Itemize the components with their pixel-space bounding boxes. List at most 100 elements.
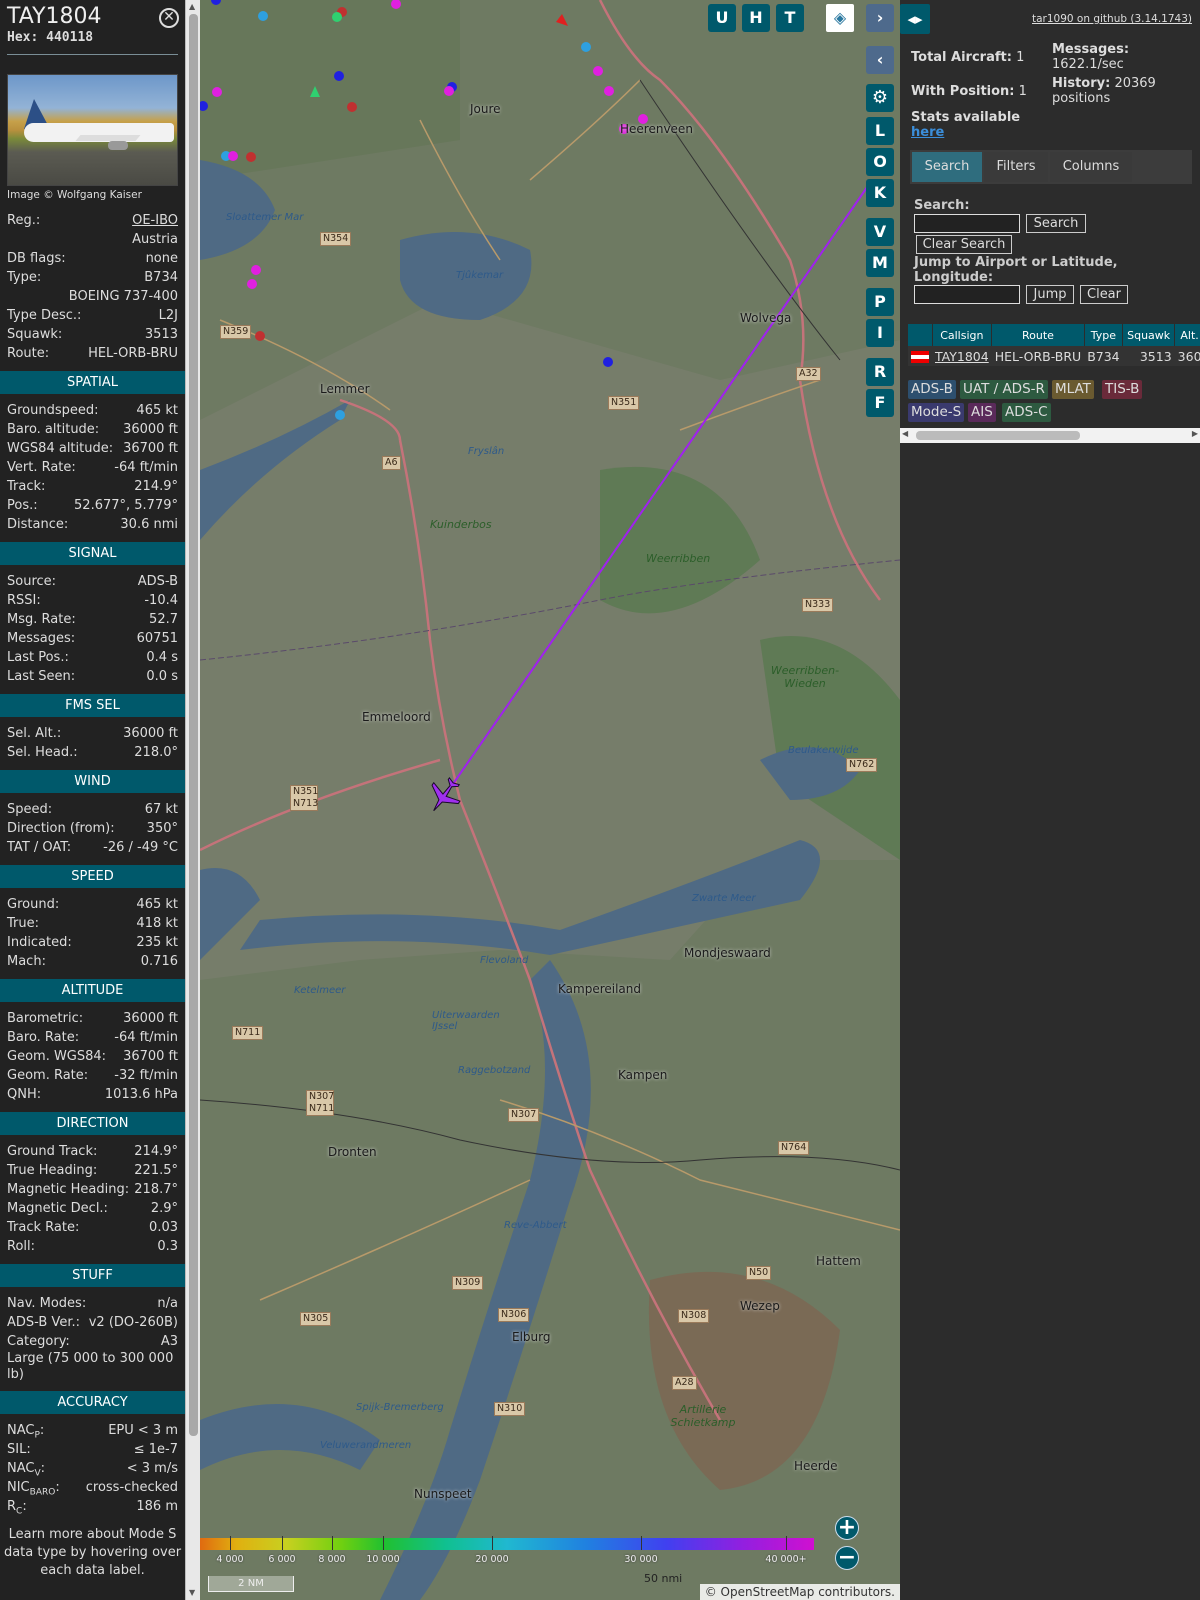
info-key[interactable]: True Heading: xyxy=(7,1161,97,1180)
info-key[interactable]: Baro. Rate: xyxy=(7,1028,79,1047)
close-icon[interactable]: ✕ xyxy=(159,8,179,28)
map-button-h[interactable]: H xyxy=(742,4,770,32)
clear-search-button[interactable]: Clear Search xyxy=(916,235,1012,254)
info-key[interactable]: Type Desc.: xyxy=(7,306,81,325)
clear-button[interactable]: Clear xyxy=(1080,285,1128,304)
info-key[interactable]: Speed: xyxy=(7,800,52,819)
aircraft-photo[interactable] xyxy=(7,74,178,186)
scroll-up-icon[interactable]: ▲ xyxy=(189,2,195,11)
col-alt[interactable]: Alt. xyxy=(1174,324,1200,346)
info-key[interactable]: Groundspeed: xyxy=(7,401,98,420)
info-key[interactable]: Indicated: xyxy=(7,933,72,952)
zoom-in-button[interactable]: + xyxy=(835,1516,859,1540)
map[interactable]: Joure Heerenveen Lemmer Wolvega Emmeloord Kam… xyxy=(200,0,900,1600)
aircraft-marker-icon[interactable] xyxy=(424,776,464,816)
info-key[interactable]: DB flags: xyxy=(7,249,66,268)
map-button-t[interactable]: T xyxy=(776,4,804,32)
toggle-sidebar-icon[interactable]: ◂▸ xyxy=(900,4,930,34)
jump-button[interactable]: Jump xyxy=(1026,285,1074,304)
scroll-down-icon[interactable]: ▼ xyxy=(189,1588,195,1597)
hscroll-thumb[interactable] xyxy=(916,431,1080,440)
collapse-sidebar-icon[interactable]: › xyxy=(866,4,894,32)
info-key[interactable]: Roll: xyxy=(7,1237,35,1256)
aircraft-dots[interactable] xyxy=(200,0,660,420)
info-key[interactable]: Category: xyxy=(7,1332,70,1351)
info-key[interactable]: TAT / OAT: xyxy=(7,838,71,857)
info-key[interactable]: RSSI: xyxy=(7,591,41,610)
info-key[interactable]: Route: xyxy=(7,344,49,363)
layers-icon[interactable]: ◈ xyxy=(826,4,854,32)
info-key[interactable]: WGS84 altitude: xyxy=(7,439,113,458)
scroll-left-icon[interactable]: ◀ xyxy=(902,429,908,438)
info-key[interactable]: Geom. WGS84: xyxy=(7,1047,106,1066)
info-key[interactable]: SIL: xyxy=(7,1440,31,1459)
info-key[interactable]: Mach: xyxy=(7,952,46,971)
info-key[interactable]: Nav. Modes: xyxy=(7,1294,86,1313)
info-key[interactable]: Type: xyxy=(7,268,41,287)
info-key[interactable]: Squawk: xyxy=(7,325,62,344)
info-key[interactable]: Vert. Rate: xyxy=(7,458,76,477)
jump-input[interactable] xyxy=(914,285,1020,304)
info-key[interactable]: Barometric: xyxy=(7,1009,83,1028)
info-key[interactable]: Geom. Rate: xyxy=(7,1066,88,1085)
scrollbar-thumb[interactable] xyxy=(189,14,198,1436)
search-button[interactable]: Search xyxy=(1026,214,1086,233)
info-key[interactable]: Last Seen: xyxy=(7,667,75,686)
tab-columns[interactable]: Columns xyxy=(1050,152,1132,182)
tab-search[interactable]: Search xyxy=(912,152,982,182)
map-attribution[interactable]: © OpenStreetMap contributors. xyxy=(699,1584,900,1600)
info-key[interactable]: NACV: xyxy=(7,1459,45,1479)
info-key[interactable]: Source: xyxy=(7,572,56,591)
info-key[interactable]: Baro. altitude: xyxy=(7,420,99,439)
info-key[interactable]: True: xyxy=(7,914,39,933)
info-key[interactable]: ADS-B Ver.: xyxy=(7,1313,80,1332)
info-key[interactable]: Last Pos.: xyxy=(7,648,69,667)
col-route[interactable]: Route xyxy=(991,324,1085,346)
info-key[interactable]: NACP: xyxy=(7,1421,44,1441)
info-scrollbar[interactable]: ▲ ▼ xyxy=(185,0,200,1600)
info-key[interactable]: Magnetic Decl.: xyxy=(7,1199,108,1218)
map-button-r[interactable]: R xyxy=(866,358,894,386)
col-squawk[interactable]: Squawk xyxy=(1122,324,1176,346)
map-button-p[interactable]: P xyxy=(866,288,894,316)
info-key[interactable]: Distance: xyxy=(7,515,68,534)
info-key[interactable]: Reg.: xyxy=(7,211,40,230)
info-key[interactable]: QNH: xyxy=(7,1085,41,1104)
map-button-f[interactable]: F xyxy=(866,389,894,417)
info-key[interactable]: Ground: xyxy=(7,895,59,914)
info-key[interactable]: Sel. Head.: xyxy=(7,743,78,762)
info-key[interactable]: Pos.: xyxy=(7,496,38,515)
row-callsign[interactable]: TAY1804 xyxy=(932,346,992,366)
table-row[interactable]: TAY1804 HEL-ORB-BRU B734 3513 360 xyxy=(908,346,1200,366)
info-key[interactable]: Ground Track: xyxy=(7,1142,97,1161)
info-key[interactable]: Track Rate: xyxy=(7,1218,79,1237)
tab-filters[interactable]: Filters xyxy=(984,152,1048,182)
map-button-v[interactable]: V xyxy=(866,218,894,246)
info-value[interactable]: OE-IBO xyxy=(132,211,178,230)
table-scrollbar[interactable]: ◀ ▶ xyxy=(900,428,1200,443)
info-key[interactable]: Messages: xyxy=(7,629,75,648)
info-key[interactable]: RC: xyxy=(7,1497,27,1517)
map-button-m[interactable]: M xyxy=(866,249,894,277)
scroll-right-icon[interactable]: ▶ xyxy=(1192,429,1198,438)
info-key[interactable]: NICBARO: xyxy=(7,1478,60,1498)
map-button-k[interactable]: K xyxy=(866,179,894,207)
version-link[interactable]: tar1090 on github (3.14.1743) xyxy=(1032,13,1192,25)
map-button-u[interactable]: U xyxy=(708,4,736,32)
info-key[interactable]: Magnetic Heading: xyxy=(7,1180,129,1199)
col-type[interactable]: Type xyxy=(1084,324,1124,346)
search-input[interactable] xyxy=(914,214,1020,233)
stats-link[interactable]: here xyxy=(911,125,944,140)
col-flag[interactable] xyxy=(908,324,933,346)
info-key[interactable]: Direction (from): xyxy=(7,819,115,838)
col-callsign[interactable]: Callsign xyxy=(932,324,993,346)
info-key[interactable]: Msg. Rate: xyxy=(7,610,76,629)
settings-gear-icon[interactable]: ⚙ xyxy=(866,84,894,112)
expand-sidebar-icon[interactable]: ‹ xyxy=(866,46,894,74)
info-key[interactable]: Sel. Alt.: xyxy=(7,724,61,743)
map-button-i[interactable]: I xyxy=(866,319,894,347)
map-button-l[interactable]: L xyxy=(866,117,894,145)
zoom-out-button[interactable]: − xyxy=(835,1546,859,1570)
info-key[interactable]: Track: xyxy=(7,477,45,496)
map-button-o[interactable]: O xyxy=(866,148,894,176)
